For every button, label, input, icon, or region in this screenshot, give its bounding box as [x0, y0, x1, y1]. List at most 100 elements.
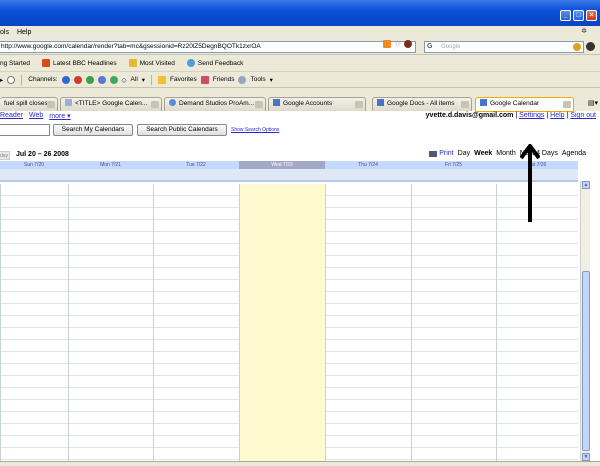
bookmark-getting-started[interactable]: ng Started [0, 60, 30, 67]
throbber-icon: ✲ [581, 28, 587, 35]
view-month[interactable]: Month [496, 150, 515, 157]
tab-label: Google Accounts [283, 100, 333, 107]
day-header[interactable]: Tue 7/22 [153, 161, 239, 169]
channel-icon[interactable] [97, 75, 106, 84]
tab-demand-studios[interactable]: Demand Studios ProAm... [164, 97, 266, 111]
scrollbar[interactable]: ▲ ▼ [580, 181, 590, 461]
channel-icon[interactable] [85, 75, 94, 84]
tab-close-icon[interactable] [255, 101, 263, 108]
tab-label: Google Docs - All items [387, 100, 455, 107]
addon-button-icon[interactable] [586, 42, 595, 51]
day-column[interactable] [153, 184, 239, 461]
all-label[interactable]: All [131, 76, 138, 83]
channel-icon[interactable] [109, 75, 118, 84]
tab-google-calendar-title[interactable]: <TITLE> Google Calen... [60, 97, 162, 111]
extension-toolbar: ▸ Channels: ◇ All ▾ Favorites Friends To… [0, 71, 600, 87]
day-column[interactable] [239, 184, 325, 461]
nav-link-web[interactable]: Web [29, 112, 43, 122]
search-icon[interactable] [573, 43, 581, 51]
tab-close-icon[interactable] [563, 101, 571, 108]
tab-label: fuel spill closes... [4, 100, 54, 107]
window-controls: _ □ × [560, 10, 597, 21]
bookmark-label: ng Started [0, 59, 30, 67]
google-nav-links: Reader Web more ▾ [0, 112, 71, 122]
search-placeholder: Google [441, 44, 461, 50]
tab-google-calendar[interactable]: Google Calendar [475, 97, 574, 112]
help-link[interactable]: Help [550, 112, 564, 119]
chevron-down-icon[interactable]: ▾ [270, 76, 273, 84]
menu-tools[interactable]: ols [0, 29, 9, 36]
show-search-options-link[interactable]: Show Search Options [231, 127, 279, 133]
docs-icon [377, 99, 384, 106]
scroll-down-icon[interactable]: ▼ [582, 453, 590, 461]
scroll-up-icon[interactable]: ▲ [582, 181, 590, 189]
favorites-label[interactable]: Favorites [170, 76, 197, 83]
sign-out-link[interactable]: Sign out [570, 112, 596, 119]
close-icon[interactable]: × [586, 10, 597, 21]
search-input[interactable]: G Google [424, 41, 584, 53]
bookmark-bbc-headlines[interactable]: Latest BBC Headlines [42, 59, 117, 67]
tab-close-icon[interactable] [461, 101, 469, 108]
more-label: more [49, 113, 66, 120]
tools-label[interactable]: Tools [250, 76, 265, 83]
chat-bubble-icon[interactable] [7, 75, 16, 84]
tab-close-icon[interactable] [355, 101, 363, 108]
view-day[interactable]: Day [458, 150, 470, 157]
day-header[interactable]: Sun 7/20 [0, 161, 68, 169]
all-day-row[interactable] [0, 169, 578, 182]
time-grid[interactable] [0, 184, 578, 461]
channel-icon[interactable] [73, 75, 82, 84]
day-header[interactable]: Wed 7/23 [239, 161, 325, 169]
day-header[interactable]: Mon 7/21 [68, 161, 153, 169]
scrollbar-thumb[interactable] [582, 271, 590, 451]
calendar-search-input[interactable] [0, 124, 50, 136]
today-button[interactable]: day [0, 151, 10, 160]
print-label: Print [439, 150, 454, 157]
week-calendar: Sun 7/20 Mon 7/21 Tue 7/22 Wed 7/23 Thu 7/24… [0, 161, 590, 461]
dropdown-arrow-icon[interactable]: ▸ [0, 76, 3, 84]
bookmark-send-feedback[interactable]: Send Feedback [186, 59, 244, 67]
separator [21, 74, 23, 85]
friends-label[interactable]: Friends [213, 76, 235, 83]
separator: | [515, 112, 518, 119]
url-bar[interactable]: http://www.google.com/calendar/render?ta… [0, 41, 416, 53]
star-icon[interactable]: ☆ [394, 40, 401, 48]
nav-link-more[interactable]: more ▾ [49, 112, 70, 122]
day-column[interactable] [411, 184, 496, 461]
channels-label: Channels: [28, 76, 58, 83]
chevron-down-icon[interactable]: ▾ [142, 76, 145, 84]
tab-fuel-spill[interactable]: fuel spill closes... [0, 97, 58, 111]
view-switcher: Print Day Week Month Next 4 Days Agenda [429, 150, 586, 157]
user-email: yvette.d.davis@gmail.com [425, 112, 514, 119]
addon-icon[interactable] [404, 40, 413, 48]
account-bar: yvette.d.davis@gmail.com | Settings | He… [426, 112, 596, 119]
tab-google-docs[interactable]: Google Docs - All items [372, 97, 472, 111]
tab-list-icon[interactable]: ▤▾ [588, 99, 598, 107]
day-header[interactable]: Thu 7/24 [325, 161, 411, 169]
day-column[interactable] [325, 184, 411, 461]
day-column[interactable] [68, 184, 153, 461]
print-link[interactable]: Print [429, 150, 454, 157]
channel-icon[interactable] [61, 75, 70, 84]
bookmark-most-visited[interactable]: Most Visited [128, 59, 175, 67]
view-agenda[interactable]: Agenda [562, 150, 586, 157]
google-icon [273, 99, 280, 106]
minimize-icon[interactable]: _ [560, 10, 571, 21]
rss-icon[interactable] [383, 40, 391, 48]
search-public-calendars-button[interactable]: Search Public Calendars [137, 124, 227, 136]
friends-icon [200, 75, 209, 84]
bookmark-label: Send Feedback [197, 59, 244, 67]
search-my-calendars-button[interactable]: Search My Calendars [53, 124, 133, 136]
view-week[interactable]: Week [474, 150, 492, 157]
tab-close-icon[interactable] [47, 101, 55, 108]
settings-link[interactable]: Settings [519, 112, 544, 119]
day-column[interactable] [0, 184, 68, 461]
diamond-icon[interactable]: ◇ [122, 76, 127, 84]
tab-close-icon[interactable] [151, 101, 159, 108]
maximize-icon[interactable]: □ [573, 10, 584, 21]
day-header[interactable]: Fri 7/25 [411, 161, 496, 169]
menu-help[interactable]: Help [17, 29, 31, 36]
day-column[interactable] [496, 184, 578, 461]
tab-google-accounts[interactable]: Google Accounts [268, 97, 366, 111]
nav-link-reader[interactable]: Reader [0, 112, 23, 122]
